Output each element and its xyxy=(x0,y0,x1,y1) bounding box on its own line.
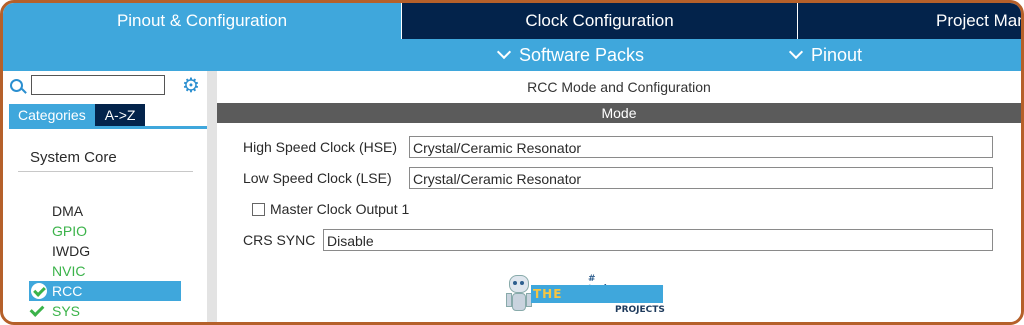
hse-label: High Speed Clock (HSE) xyxy=(243,139,398,155)
tab-clock-configuration[interactable]: Clock Configuration xyxy=(401,3,797,39)
sidebar-item-label: SYS xyxy=(52,303,81,319)
section-divider xyxy=(18,171,193,172)
tab-project-manager[interactable]: Project Manager xyxy=(797,3,1021,39)
pinout-label: Pinout xyxy=(811,45,863,65)
crs-sync-select[interactable]: Disable xyxy=(323,229,993,251)
gear-icon[interactable]: ⚙ xyxy=(181,76,201,96)
sidebar-scrollbar[interactable] xyxy=(207,71,217,322)
tab-categories[interactable]: Categories xyxy=(9,104,95,126)
section-system-core[interactable]: System Core xyxy=(30,149,117,166)
logo-the: THE xyxy=(533,287,563,301)
mco-label: Master Clock Output 1 xyxy=(270,201,410,217)
search-icon[interactable] xyxy=(10,79,23,92)
tab-pinout-configuration[interactable]: Pinout & Configuration xyxy=(3,3,401,39)
search-input[interactable] xyxy=(31,75,165,95)
sidebar-item-label: RCC xyxy=(52,283,83,299)
sidebar-item-gpio[interactable]: GPIO xyxy=(29,221,181,241)
sidebar-item-sys[interactable]: SYS xyxy=(29,301,181,321)
sidebar-item-dma[interactable]: DMA xyxy=(29,201,181,221)
sidebar-item-rcc[interactable]: RCC xyxy=(29,281,181,301)
hse-select[interactable]: Crystal/Ceramic Resonator xyxy=(409,136,993,158)
sidebar-item-nvic[interactable]: NVIC xyxy=(29,261,181,281)
tab-underline xyxy=(9,126,207,129)
sidebar-item-label: GPIO xyxy=(52,223,88,239)
top-tabs: Pinout & Configuration Clock Configurati… xyxy=(3,3,1021,39)
mode-header[interactable]: Mode xyxy=(217,103,1021,123)
mco-checkbox[interactable] xyxy=(252,203,265,216)
check-circle-icon xyxy=(31,283,47,299)
sub-toolbar: Software Packs Pinout xyxy=(3,39,1021,71)
sidebar: ⚙ Categories A->Z System Core DMA GPIO I… xyxy=(3,71,207,322)
software-packs-label: Software Packs xyxy=(519,45,645,65)
logo-name: THE ENGINEERING xyxy=(533,285,663,319)
pinout-menu[interactable]: Pinout xyxy=(788,39,863,71)
sidebar-item-iwdg[interactable]: IWDG xyxy=(29,241,181,261)
category-tabs: Categories A->Z xyxy=(9,104,146,126)
panel-title: RCC Mode and Configuration xyxy=(527,79,711,95)
sidebar-item-label: NVIC xyxy=(52,263,86,279)
tab-a-z[interactable]: A->Z xyxy=(94,104,146,126)
robot-icon xyxy=(509,275,529,293)
crs-sync-label: CRS SYNC xyxy=(243,232,316,248)
sidebar-item-label: DMA xyxy=(52,203,84,219)
chevron-down-icon xyxy=(496,44,512,60)
chevron-down-icon xyxy=(788,44,804,60)
engineering-projects-logo: # technopreneur THE ENGINEERING PROJECTS xyxy=(503,271,665,319)
lse-label: Low Speed Clock (LSE) xyxy=(243,170,392,186)
app-frame: Pinout & Configuration Clock Configurati… xyxy=(0,0,1024,325)
software-packs-menu[interactable]: Software Packs xyxy=(496,39,645,71)
check-icon xyxy=(29,302,45,317)
logo-projects: PROJECTS xyxy=(615,305,665,315)
sidebar-item-label: IWDG xyxy=(52,243,91,259)
lse-select[interactable]: Crystal/Ceramic Resonator xyxy=(409,167,993,189)
